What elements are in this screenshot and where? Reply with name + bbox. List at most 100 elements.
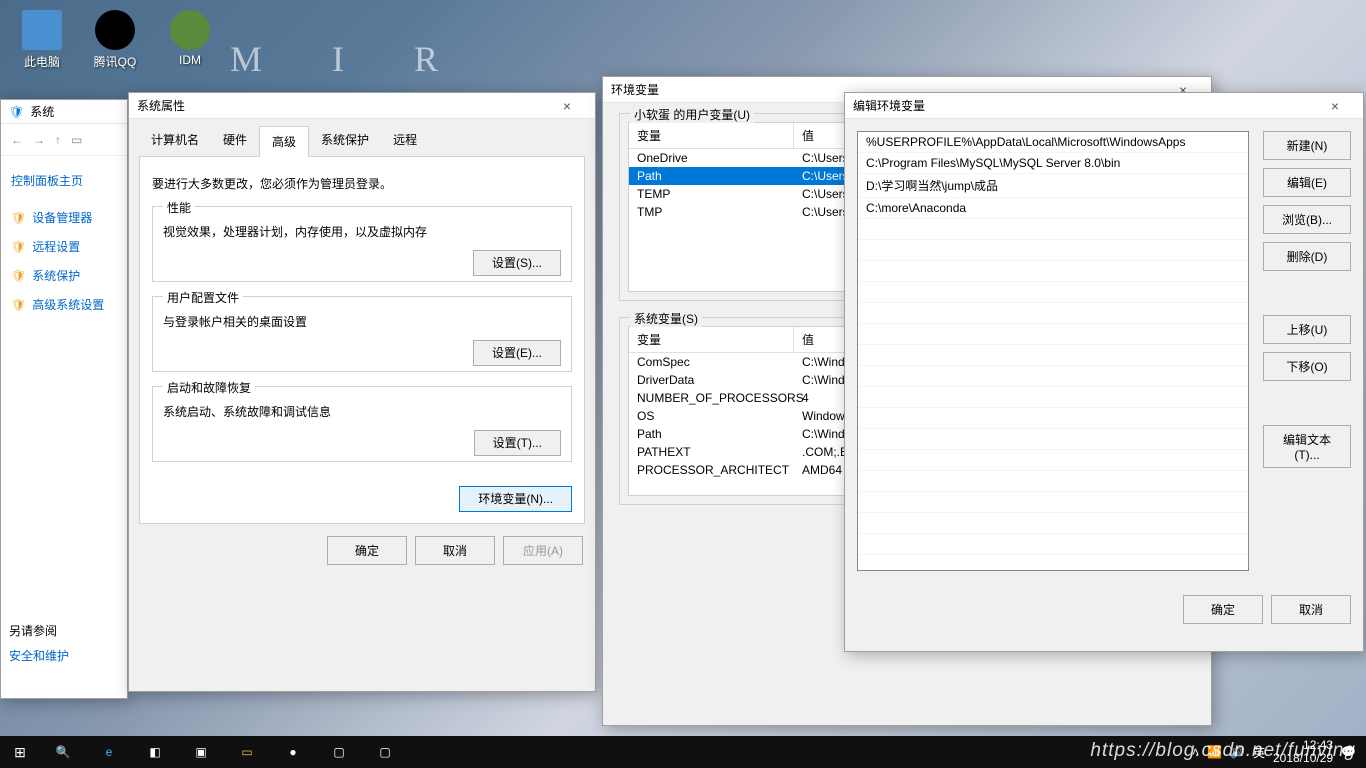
list-item[interactable] [858, 492, 1248, 513]
advanced-system-settings-link[interactable]: 🛡高级系统设置 [7, 290, 121, 319]
edit-button[interactable]: 编辑(E) [1263, 168, 1351, 197]
shield-icon: 🛡 [9, 105, 24, 119]
user-profiles-group: 用户配置文件 与登录帐户相关的桌面设置 设置(E)... [152, 296, 572, 372]
list-item[interactable] [858, 282, 1248, 303]
list-item[interactable] [858, 219, 1248, 240]
list-item[interactable] [858, 429, 1248, 450]
group-title: 系统变量(S) [630, 310, 702, 327]
list-item[interactable]: C:\more\Anaconda [858, 198, 1248, 219]
file-explorer-icon[interactable]: ▭ [224, 736, 270, 768]
list-item[interactable] [858, 303, 1248, 324]
window-title: 系统 [30, 103, 119, 120]
startup-settings-button[interactable]: 设置(T)... [474, 430, 561, 456]
forward-button[interactable]: → [33, 133, 45, 147]
list-item[interactable] [858, 513, 1248, 534]
shield-icon: 🛡 [11, 211, 26, 225]
desktop-icon-idm[interactable]: IDM [160, 10, 220, 67]
startup-recovery-group: 启动和故障恢复 系统启动、系统故障和调试信息 设置(T)... [152, 386, 572, 462]
system-tray[interactable]: ˄ 📶 🔊 英 12:432018/10/29 💬 [1182, 739, 1366, 765]
volume-icon[interactable]: 🔊 [1230, 745, 1245, 759]
tabs: 计算机名 硬件 高级 系统保护 远程 [139, 125, 585, 157]
up-button[interactable]: ↑ [55, 133, 61, 147]
app-icon[interactable]: ● [270, 736, 316, 768]
list-item[interactable]: %USERPROFILE%\AppData\Local\Microsoft\Wi… [858, 132, 1248, 153]
close-icon[interactable]: × [547, 98, 587, 114]
shield-icon: 🛡 [11, 240, 26, 254]
profiles-settings-button[interactable]: 设置(E)... [473, 340, 561, 366]
edge-icon[interactable]: e [86, 736, 132, 768]
window-title: 系统属性 [137, 97, 547, 114]
list-item[interactable] [858, 345, 1248, 366]
desktop-icon-this-pc[interactable]: 此电脑 [12, 10, 72, 70]
notifications-icon[interactable]: 💬 [1341, 745, 1356, 759]
chevron-up-icon[interactable]: ˄ [1192, 745, 1199, 759]
group-title: 启动和故障恢复 [163, 379, 255, 396]
see-also-label: 另请参阅 [7, 618, 71, 643]
group-title: 用户配置文件 [163, 289, 243, 306]
search-icon[interactable]: 🔍 [40, 736, 86, 768]
edit-environment-variable-window: 编辑环境变量× %USERPROFILE%\AppData\Local\Micr… [844, 92, 1364, 652]
move-up-button[interactable]: 上移(U) [1263, 315, 1351, 344]
list-item[interactable]: D:\学习啊当然\jump\成品 [858, 174, 1248, 198]
ok-button[interactable]: 确定 [327, 536, 407, 565]
cancel-button[interactable]: 取消 [1271, 595, 1351, 624]
list-item[interactable] [858, 471, 1248, 492]
cancel-button[interactable]: 取消 [415, 536, 495, 565]
ime-indicator[interactable]: 英 [1253, 744, 1265, 761]
system-properties-window: 系统属性× 计算机名 硬件 高级 系统保护 远程 要进行大多数更改，您必须作为管… [128, 92, 596, 692]
close-icon[interactable]: × [1315, 98, 1355, 114]
list-item[interactable] [858, 261, 1248, 282]
device-manager-link[interactable]: 🛡设备管理器 [7, 203, 121, 232]
tab-system-protection[interactable]: 系统保护 [309, 125, 381, 156]
tab-remote[interactable]: 远程 [381, 125, 429, 156]
shield-icon: 🛡 [11, 298, 26, 312]
list-item[interactable] [858, 324, 1248, 345]
list-item[interactable] [858, 450, 1248, 471]
security-maintenance-link[interactable]: 安全和维护 [7, 643, 71, 668]
path-entries-list[interactable]: %USERPROFILE%\AppData\Local\Microsoft\Wi… [857, 131, 1249, 571]
list-item[interactable] [858, 240, 1248, 261]
pycharm-icon[interactable]: ◧ [132, 736, 178, 768]
tab-computer-name[interactable]: 计算机名 [139, 125, 211, 156]
network-icon[interactable]: 📶 [1207, 745, 1222, 759]
environment-variables-button[interactable]: 环境变量(N)... [459, 486, 572, 512]
wallpaper-text: MIR [230, 38, 508, 80]
remote-settings-link[interactable]: 🛡远程设置 [7, 232, 121, 261]
list-item[interactable] [858, 408, 1248, 429]
list-item[interactable]: C:\Program Files\MySQL\MySQL Server 8.0\… [858, 153, 1248, 174]
list-item[interactable] [858, 534, 1248, 555]
new-button[interactable]: 新建(N) [1263, 131, 1351, 160]
tab-hardware[interactable]: 硬件 [211, 125, 259, 156]
window-title: 编辑环境变量 [853, 97, 1315, 114]
performance-settings-button[interactable]: 设置(S)... [473, 250, 561, 276]
desktop-icon-qq[interactable]: 腾讯QQ [85, 10, 145, 70]
group-title: 小软蛋 的用户变量(U) [630, 106, 754, 123]
col-variable[interactable]: 变量 [629, 123, 794, 148]
tab-advanced[interactable]: 高级 [259, 126, 309, 157]
control-panel-home-link[interactable]: 控制面板主页 [7, 166, 121, 195]
list-item[interactable] [858, 387, 1248, 408]
col-variable[interactable]: 变量 [629, 327, 794, 352]
list-item[interactable] [858, 366, 1248, 387]
admin-notice: 要进行大多数更改，您必须作为管理员登录。 [152, 175, 572, 192]
group-desc: 与登录帐户相关的桌面设置 [163, 313, 561, 330]
system-control-panel-window: 🛡 系统 ← → ↑ ▭ 控制面板主页 🛡设备管理器 🛡远程设置 🛡系统保护 🛡高… [0, 99, 128, 699]
folder-icon: ▭ [71, 133, 82, 147]
edit-text-button[interactable]: 编辑文本(T)... [1263, 425, 1351, 468]
delete-button[interactable]: 删除(D) [1263, 242, 1351, 271]
system-protection-link[interactable]: 🛡系统保护 [7, 261, 121, 290]
ok-button[interactable]: 确定 [1183, 595, 1263, 624]
terminal-icon[interactable]: ▣ [178, 736, 224, 768]
browse-button[interactable]: 浏览(B)... [1263, 205, 1351, 234]
back-button[interactable]: ← [11, 133, 23, 147]
nav-toolbar: ← → ↑ ▭ [1, 124, 127, 156]
taskbar: ⊞ 🔍 e ◧ ▣ ▭ ● ▢ ▢ ˄ 📶 🔊 英 12:432018/10/2… [0, 736, 1366, 768]
move-down-button[interactable]: 下移(O) [1263, 352, 1351, 381]
clock[interactable]: 12:432018/10/29 [1273, 739, 1333, 765]
start-button[interactable]: ⊞ [0, 744, 40, 761]
window-icon[interactable]: ▢ [362, 736, 408, 768]
performance-group: 性能 视觉效果，处理器计划，内存使用，以及虚拟内存 设置(S)... [152, 206, 572, 282]
apply-button[interactable]: 应用(A) [503, 536, 583, 565]
group-desc: 视觉效果，处理器计划，内存使用，以及虚拟内存 [163, 223, 561, 240]
window-icon[interactable]: ▢ [316, 736, 362, 768]
